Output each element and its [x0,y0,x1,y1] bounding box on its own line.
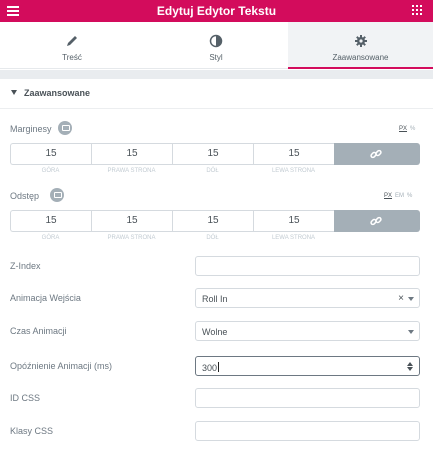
section-divider [0,70,433,79]
padding-units: PX EM% [384,193,415,199]
unit-px[interactable]: PX [399,126,407,132]
link-icon [370,216,382,226]
css-id-input[interactable] [195,388,420,408]
tab-content-label: Treść [62,53,82,62]
tab-advanced[interactable]: Zaawansowane [288,22,433,69]
animation-duration-label: Czas Animacji [10,326,67,336]
padding-bottom-input[interactable]: 15 [172,210,253,232]
text-cursor [218,362,220,372]
tab-style-label: Styl [209,53,223,62]
padding-label: Odstęp [10,191,40,201]
entrance-animation-value: Roll In [202,294,228,304]
sublabel-right: PRAWA STRONA [107,168,156,174]
number-stepper-icon[interactable] [407,362,413,371]
css-classes-input[interactable] [195,421,420,441]
sublabel-left: LEWA STRONA [271,168,316,174]
caret-down-icon [11,90,17,95]
css-classes-label: Klasy CSS [10,426,54,436]
sublabel-left: LEWA STRONA [271,235,316,241]
margins-units: PX% [399,126,418,132]
padding-right-input[interactable]: 15 [91,210,172,232]
animation-duration-select[interactable]: Wolne [195,321,420,341]
unit-px[interactable]: PX [384,193,392,199]
animation-delay-label: Opóźnienie Animacji (ms) [10,361,113,371]
margin-top-input[interactable]: 15 [10,143,91,165]
margin-right-input[interactable]: 15 [91,143,172,165]
animation-delay-value: 300 [202,363,218,373]
margins-inputs: 15 15 15 15 [10,143,420,165]
padding-top-input[interactable]: 15 [10,210,91,232]
margins-sublabels: GÓRA PRAWA STRONA DÓŁ LEWA STRONA [10,168,420,174]
entrance-animation-select[interactable]: Roll In × [195,288,420,308]
margin-bottom-input[interactable]: 15 [172,143,253,165]
margins-link-button[interactable] [334,143,420,165]
sublabel-top: GÓRA [41,168,60,174]
margins-label: Marginesy [10,124,52,134]
responsive-device-icon[interactable] [50,188,64,202]
responsive-device-icon[interactable] [58,121,72,135]
widgets-grid-icon[interactable] [412,5,422,15]
unit-percent[interactable]: % [410,126,415,132]
sublabel-bottom: DÓŁ [206,168,219,174]
link-icon [370,149,382,159]
panel-tabs: Treść Styl Zaawansowane [0,22,433,69]
tab-advanced-label: Zaawansowane [332,53,389,62]
animation-delay-input[interactable]: 300 [195,356,420,376]
chevron-down-icon [408,330,414,334]
padding-link-button[interactable] [334,210,420,232]
chevron-down-icon [408,297,414,301]
zindex-input[interactable] [195,256,420,276]
tab-style[interactable]: Styl [144,22,288,69]
clear-icon[interactable]: × [398,293,404,304]
panel-title: Edytuj Edytor Tekstu [156,4,277,18]
section-advanced-toggle[interactable]: Zaawansowane [0,79,433,109]
sublabel-right: PRAWA STRONA [107,235,156,241]
zindex-label: Z-Index [10,261,41,271]
padding-sublabels: GÓRA PRAWA STRONA DÓŁ LEWA STRONA [10,235,420,241]
animation-delay-value-wrap: 300 [202,362,220,373]
unit-em[interactable]: EM [395,193,404,199]
css-id-label: ID CSS [10,393,41,403]
margin-left-input[interactable]: 15 [253,143,334,165]
tab-content[interactable]: Treść [0,22,144,69]
sublabel-top: GÓRA [41,235,60,241]
unit-percent[interactable]: % [407,193,412,199]
padding-left-input[interactable]: 15 [253,210,334,232]
animation-duration-value: Wolne [202,327,228,337]
half-circle-icon [209,34,223,48]
entrance-animation-label: Animacja Wejścia [10,293,81,303]
padding-inputs: 15 15 15 15 [10,210,420,232]
panel-header: Edytuj Edytor Tekstu [0,0,433,22]
section-title: Zaawansowane [24,88,91,98]
gear-icon [354,35,367,47]
pencil-icon [67,36,77,46]
sublabel-bottom: DÓŁ [206,235,219,241]
